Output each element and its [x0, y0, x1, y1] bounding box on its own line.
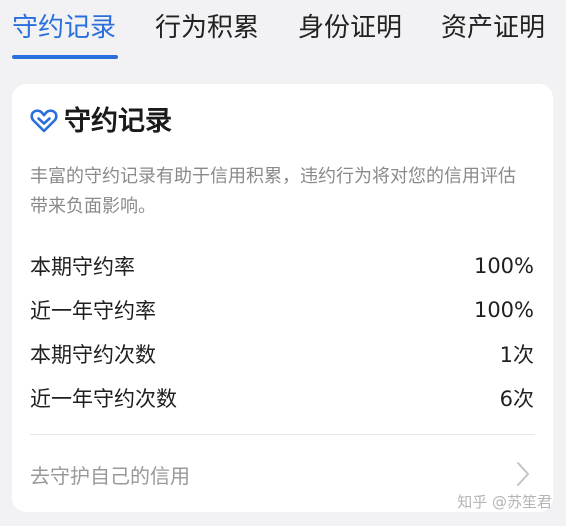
tab-identity-proof[interactable]: 身份证明	[298, 8, 402, 48]
stat-value: 100%	[473, 298, 534, 322]
stats-list: 本期守约率 100% 近一年守约率 100% 本期守约次数 1次 近一年守约次数…	[30, 244, 534, 420]
page: 守约记录 行为积累 身份证明 资产证明 守约记录 丰富的守约记录有助于信用积累，…	[0, 0, 566, 526]
active-tab-indicator	[12, 55, 118, 59]
tab-behavior-accumulation[interactable]: 行为积累	[155, 8, 259, 48]
stat-row-year-count: 近一年守约次数 6次	[30, 376, 534, 420]
compliance-card: 守约记录 丰富的守约记录有助于信用积累，违约行为将对您的信用评估带来负面影响。 …	[12, 84, 553, 512]
stat-row-year-rate: 近一年守约率 100%	[30, 288, 534, 332]
stat-label: 近一年守约率	[30, 299, 156, 323]
card-description: 丰富的守约记录有助于信用积累，违约行为将对您的信用评估带来负面影响。	[30, 166, 516, 217]
protect-credit-link[interactable]: 去守护自己的信用	[30, 454, 535, 494]
divider	[30, 434, 535, 435]
card-title: 守约记录	[64, 106, 172, 137]
stat-row-current-rate: 本期守约率 100%	[30, 244, 534, 288]
stat-label: 近一年守约次数	[30, 387, 177, 411]
stat-row-current-count: 本期守约次数 1次	[30, 332, 534, 376]
tab-bar: 守约记录 行为积累 身份证明 资产证明	[0, 0, 566, 66]
watermark: 知乎 @苏笙君	[457, 493, 552, 511]
chevron-right-icon	[517, 462, 529, 486]
heart-icon	[30, 109, 58, 133]
tab-asset-proof[interactable]: 资产证明	[441, 8, 545, 48]
stat-label: 本期守约次数	[30, 343, 156, 367]
stat-value: 1次	[499, 343, 534, 367]
stat-value: 100%	[473, 254, 534, 278]
stat-label: 本期守约率	[30, 255, 135, 279]
tab-compliance-record[interactable]: 守约记录	[12, 8, 116, 48]
stat-value: 6次	[499, 387, 534, 411]
protect-credit-label: 去守护自己的信用	[30, 464, 190, 488]
